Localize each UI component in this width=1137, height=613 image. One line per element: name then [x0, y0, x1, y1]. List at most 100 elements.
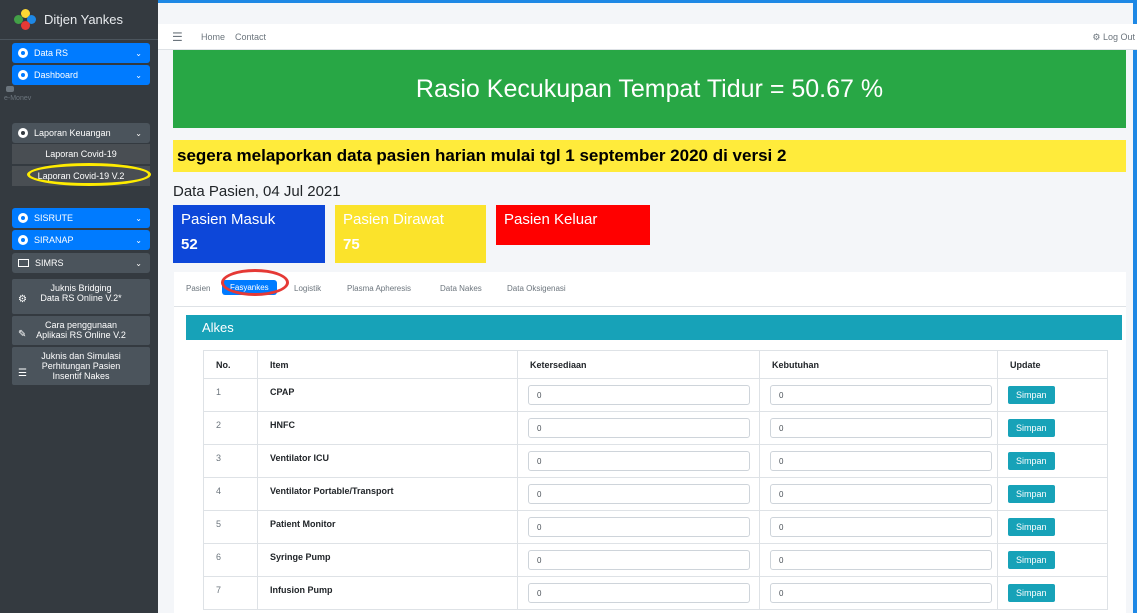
table-row: 2 HNFC 0 0 Simpan	[203, 411, 1108, 445]
kebutuhan-input[interactable]: 0	[770, 550, 992, 570]
chevron-down-icon: ⌄	[135, 128, 142, 138]
sidebar: Ditjen Yankes Data RS ⌄ Dashboard ⌄ e-Mo…	[0, 0, 158, 613]
ketersediaan-input[interactable]: 0	[528, 451, 750, 471]
highlight-oval	[27, 163, 151, 186]
simpan-button[interactable]: Simpan	[1008, 551, 1055, 569]
kebutuhan-input[interactable]: 0	[770, 583, 992, 603]
gear-icon: ⚙	[1092, 32, 1101, 42]
top-border	[158, 0, 1137, 3]
stat-box-pasien-dirawat: Pasien Dirawat 75	[335, 205, 486, 263]
cell-item: Patient Monitor	[257, 510, 518, 544]
ketersediaan-input[interactable]: 0	[528, 550, 750, 570]
chevron-down-icon: ⌄	[135, 258, 142, 268]
dashboard-icon	[18, 70, 28, 80]
hamburger-menu-icon[interactable]: ☰	[172, 30, 183, 44]
table-row: 5 Patient Monitor 0 0 Simpan	[203, 510, 1108, 544]
table-body: 1 CPAP 0 0 Simpan 2 HNFC 0 0 Simpan 3 Ventilator IC…	[203, 378, 1108, 610]
dashboard-icon	[18, 48, 28, 58]
cell-kebutuhan: 0	[759, 378, 998, 412]
app-root: Ditjen Yankes Data RS ⌄ Dashboard ⌄ e-Mo…	[0, 0, 1137, 613]
cell-update: Simpan	[997, 378, 1108, 412]
header-item: Item	[257, 350, 518, 379]
cell-kebutuhan: 0	[759, 411, 998, 445]
cell-update: Simpan	[997, 477, 1108, 511]
tab-pasien[interactable]: Pasien	[186, 284, 210, 293]
sidebar-item-label: Aplikasi RS Online V.2	[36, 330, 126, 340]
header-ketersediaan: Ketersediaan	[517, 350, 760, 379]
stat-value: 75	[343, 236, 360, 253]
simpan-button[interactable]: Simpan	[1008, 518, 1055, 536]
cell-no: 4	[203, 477, 258, 511]
logout-label: Log Out	[1102, 32, 1135, 42]
sidebar-item-juknis-simulasi[interactable]: ☰ Juknis dan Simulasi Perhitungan Pasien…	[12, 347, 150, 385]
cell-kebutuhan: 0	[759, 510, 998, 544]
tab-logistik[interactable]: Logistik	[294, 284, 321, 293]
cell-ketersediaan: 0	[517, 543, 760, 577]
simpan-button[interactable]: Simpan	[1008, 452, 1055, 470]
cell-item: Syringe Pump	[257, 543, 518, 577]
ketersediaan-input[interactable]: 0	[528, 484, 750, 504]
sidebar-item-dashboard[interactable]: Dashboard ⌄	[12, 65, 150, 85]
stat-box-pasien-keluar: Pasien Keluar	[496, 205, 650, 245]
edit-icon: ✎	[18, 329, 27, 340]
ketersediaan-input[interactable]: 0	[528, 418, 750, 438]
sidebar-item-cara-penggunaan[interactable]: ✎ Cara penggunaan Aplikasi RS Online V.2	[12, 316, 150, 345]
sidebar-item-simrs[interactable]: SIMRS ⌄	[12, 253, 150, 273]
sidebar-item-label: Laporan Keuangan	[34, 128, 111, 138]
tab-plasma-apheresis[interactable]: Plasma Apheresis	[347, 284, 411, 293]
cell-no: 6	[203, 543, 258, 577]
ketersediaan-input[interactable]: 0	[528, 385, 750, 405]
cell-kebutuhan: 0	[759, 477, 998, 511]
sidebar-item-label: Cara penggunaan	[44, 320, 118, 330]
cell-update: Simpan	[997, 444, 1108, 478]
stat-label: Pasien Masuk	[181, 211, 276, 228]
sidebar-item-laporan-keuangan[interactable]: Laporan Keuangan ⌄	[12, 123, 150, 143]
kebutuhan-input[interactable]: 0	[770, 517, 992, 537]
page-title: Data Pasien, 04 Jul 2021	[173, 183, 341, 200]
sidebar-item-data-rs[interactable]: Data RS ⌄	[12, 43, 150, 63]
dashboard-icon	[18, 213, 28, 223]
tab-data-oksigenasi[interactable]: Data Oksigenasi	[507, 284, 566, 293]
sidebar-item-laporan-covid[interactable]: Laporan Covid-19	[12, 144, 150, 164]
nav-home-link[interactable]: Home	[201, 32, 225, 42]
cell-kebutuhan: 0	[759, 543, 998, 577]
gear-icon: ⚙	[18, 294, 27, 305]
right-border	[1133, 0, 1137, 613]
simpan-button[interactable]: Simpan	[1008, 419, 1055, 437]
cell-item: Ventilator Portable/Transport	[257, 477, 518, 511]
kebutuhan-input[interactable]: 0	[770, 484, 992, 504]
cell-ketersediaan: 0	[517, 444, 760, 478]
table-row: 4 Ventilator Portable/Transport 0 0 Simpan	[203, 477, 1108, 511]
sidebar-item-sisrute[interactable]: SISRUTE ⌄	[12, 208, 150, 228]
chevron-down-icon: ⌄	[135, 70, 142, 80]
tab-bar: Pasien Fasyankes Logistik Plasma Apheres…	[174, 272, 1126, 307]
tab-data-nakes[interactable]: Data Nakes	[440, 284, 482, 293]
logout-button[interactable]: ⚙ Log Out	[1092, 32, 1135, 43]
kebutuhan-input[interactable]: 0	[770, 418, 992, 438]
cell-no: 2	[203, 411, 258, 445]
simpan-button[interactable]: Simpan	[1008, 584, 1055, 602]
sidebar-item-juknis-bridging[interactable]: ⚙ Juknis Bridging Data RS Online V.2*	[12, 279, 150, 314]
simpan-button[interactable]: Simpan	[1008, 386, 1055, 404]
cell-kebutuhan: 0	[759, 576, 998, 610]
alkes-table: No. Item Ketersediaan Kebutuhan Update 1…	[203, 350, 1108, 610]
kebutuhan-input[interactable]: 0	[770, 385, 992, 405]
brand[interactable]: Ditjen Yankes	[0, 0, 158, 40]
table-row: 1 CPAP 0 0 Simpan	[203, 378, 1108, 412]
cell-no: 7	[203, 576, 258, 610]
cell-ketersediaan: 0	[517, 576, 760, 610]
sidebar-item-siranap[interactable]: SIRANAP ⌄	[12, 230, 150, 250]
simpan-button[interactable]: Simpan	[1008, 485, 1055, 503]
cell-no: 3	[203, 444, 258, 478]
menu-icon: ☰	[18, 368, 27, 379]
ketersediaan-input[interactable]: 0	[528, 517, 750, 537]
nav-contact-link[interactable]: Contact	[235, 32, 266, 42]
header-kebutuhan: Kebutuhan	[759, 350, 998, 379]
kebutuhan-input[interactable]: 0	[770, 451, 992, 471]
sidebar-item-label: Dashboard	[34, 70, 79, 80]
cell-item: CPAP	[257, 378, 518, 412]
card-title: Alkes	[186, 315, 1122, 340]
ketersediaan-input[interactable]: 0	[528, 583, 750, 603]
sidebar-item-emonev[interactable]: e-Monev	[4, 95, 31, 102]
table-header-row: No. Item Ketersediaan Kebutuhan Update	[203, 350, 1108, 379]
